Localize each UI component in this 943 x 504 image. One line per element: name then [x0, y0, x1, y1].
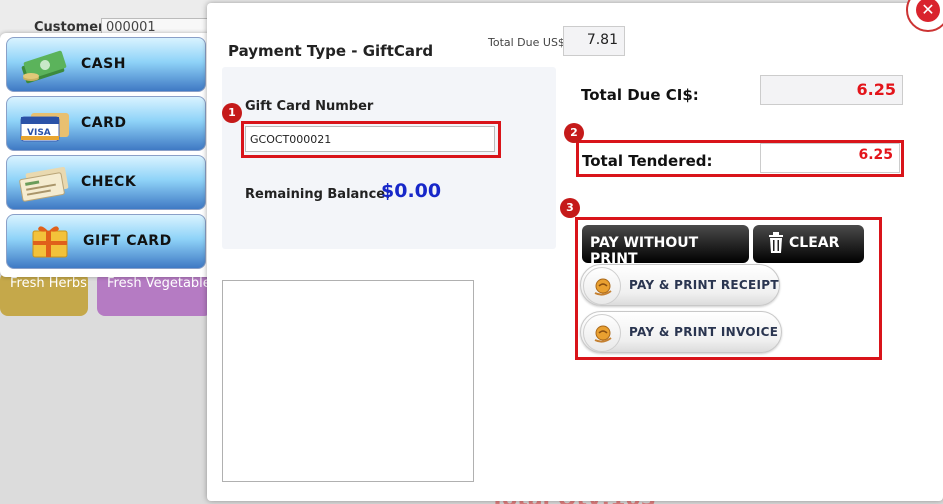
total-due-ci-field: 6.25	[760, 75, 903, 105]
payment-type-title: Payment Type - GiftCard	[228, 42, 434, 60]
gift-card-button[interactable]: GIFT CARD	[6, 214, 206, 269]
check-button[interactable]: CHECK	[6, 155, 206, 210]
cash-button[interactable]: CASH	[6, 37, 206, 92]
highlight-box-2	[576, 140, 904, 177]
annotation-badge-3: 3	[560, 198, 580, 218]
gift-card-section	[222, 67, 556, 249]
gift-card-icon	[32, 226, 68, 258]
gift-card-button-label: GIFT CARD	[83, 233, 172, 249]
category-tile-herbs[interactable]: Fresh Herbs	[0, 272, 88, 316]
highlight-box-1	[241, 121, 501, 158]
remaining-balance-value: $0.00	[381, 180, 442, 202]
annotation-badge-1: 1	[222, 103, 242, 123]
annotation-badge-2: 2	[564, 123, 584, 143]
category-tile-vegetables[interactable]: Fresh Vegetables	[97, 272, 212, 316]
card-button-label: CARD	[81, 115, 127, 131]
card-button[interactable]: VISA CARD	[6, 96, 206, 151]
check-button-label: CHECK	[81, 174, 137, 190]
credit-card-icon: VISA	[20, 113, 69, 142]
total-due-us-label: Total Due US$	[488, 36, 565, 49]
close-icon: ✕	[916, 0, 940, 22]
remaining-balance-label: Remaining Balance:	[245, 187, 391, 202]
cash-button-label: CASH	[81, 56, 126, 72]
cash-icon	[21, 50, 67, 84]
signature-area[interactable]	[222, 280, 474, 482]
total-due-ci-label: Total Due CI$:	[581, 86, 699, 104]
gift-card-number-label: Gift Card Number	[245, 99, 374, 114]
total-due-us-field: 7.81	[563, 26, 625, 56]
check-icon	[19, 167, 69, 202]
highlight-box-3	[575, 217, 882, 360]
